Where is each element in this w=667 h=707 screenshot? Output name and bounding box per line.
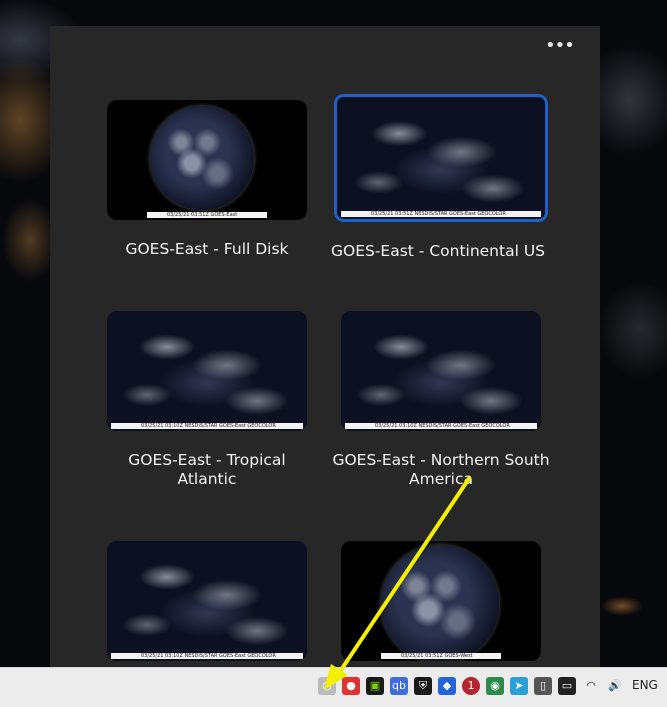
volume-icon[interactable]: 🔊 bbox=[606, 677, 624, 695]
language-indicator[interactable]: ENG bbox=[632, 678, 658, 692]
notification-badge-icon[interactable]: 1 bbox=[462, 677, 480, 695]
telegram-icon[interactable]: ➤ bbox=[510, 677, 528, 695]
thumbnail-caption: 03/25/21 03:51Z NESDIS/STAR GOES-East GE… bbox=[341, 211, 541, 217]
weather-app-icon[interactable]: ◔ bbox=[318, 677, 336, 695]
thumbnail-full-disk: 03/25/21 03:51Z GOES-East bbox=[107, 100, 307, 220]
tile-label: GOES-East - Continental US bbox=[330, 242, 546, 260]
thumbnail-caption: 03/25/21 03:51Z GOES-East bbox=[147, 212, 267, 218]
tile-label-line: GOES-East - Northern South bbox=[332, 451, 550, 469]
thumbnail-continental-us: 03/25/21 03:51Z NESDIS/STAR GOES-East GE… bbox=[334, 94, 548, 222]
thumbnail-caption: 03/25/21 03:10Z NESDIS/STAR GOES-East GE… bbox=[111, 423, 303, 429]
thumbnail-tropical-atlantic: 03/25/21 03:10Z NESDIS/STAR GOES-East GE… bbox=[107, 311, 307, 431]
qbittorrent-icon[interactable]: qb bbox=[390, 677, 408, 695]
satellite-view-picker: ••• 03/25/21 03:51Z GOES-East GOES-East … bbox=[50, 26, 600, 667]
thumbnail-southern-south-america: 03/25/21 03:10Z NESDIS/STAR GOES-East GE… bbox=[107, 541, 307, 661]
more-options-button[interactable]: ••• bbox=[545, 37, 575, 60]
tile-label: GOES-East - Northern South America bbox=[321, 451, 561, 489]
nvidia-icon[interactable]: ▣ bbox=[366, 677, 384, 695]
thumbnail-goes-west-full-disk: 03/25/21 03:51Z GOES-West bbox=[341, 541, 541, 661]
southern-south-america-image bbox=[107, 541, 307, 661]
dropbox-icon[interactable]: ◆ bbox=[438, 677, 456, 695]
earth-disk-image bbox=[150, 106, 254, 210]
tile-label-line: America bbox=[409, 470, 473, 488]
thumbnail-northern-south-america: 03/25/21 03:10Z NESDIS/STAR GOES-East GE… bbox=[341, 311, 541, 431]
taskbar: ◔ ● ▣ qb ⛨ ◆ 1 ◉ ➤ ▯ ▭ ◠ 🔊 ENG bbox=[0, 667, 667, 707]
chrome-icon[interactable]: ● bbox=[342, 677, 360, 695]
tile-label-line: GOES-East - Tropical bbox=[128, 451, 286, 469]
wifi-icon[interactable]: ◠ bbox=[582, 677, 600, 695]
tropical-atlantic-image bbox=[107, 311, 307, 431]
tile-label: GOES-East - Tropical Atlantic bbox=[87, 451, 327, 489]
thumbnail-caption: 03/25/21 03:10Z NESDIS/STAR GOES-East GE… bbox=[111, 653, 303, 659]
edge-icon[interactable]: ◉ bbox=[486, 677, 504, 695]
conus-image bbox=[337, 97, 545, 219]
south-america-image bbox=[341, 311, 541, 431]
thumbnail-caption: 03/25/21 03:10Z NESDIS/STAR GOES-East GE… bbox=[345, 423, 537, 429]
thumbnail-caption: 03/25/21 03:51Z GOES-West bbox=[381, 653, 501, 659]
usb-icon[interactable]: ▯ bbox=[534, 677, 552, 695]
earth-disk-image bbox=[381, 545, 499, 661]
tile-label-line: Atlantic bbox=[177, 470, 237, 488]
defender-shield-icon[interactable]: ⛨ bbox=[414, 677, 432, 695]
battery-icon[interactable]: ▭ bbox=[558, 677, 576, 695]
tile-label: GOES-East - Full Disk bbox=[125, 240, 289, 258]
